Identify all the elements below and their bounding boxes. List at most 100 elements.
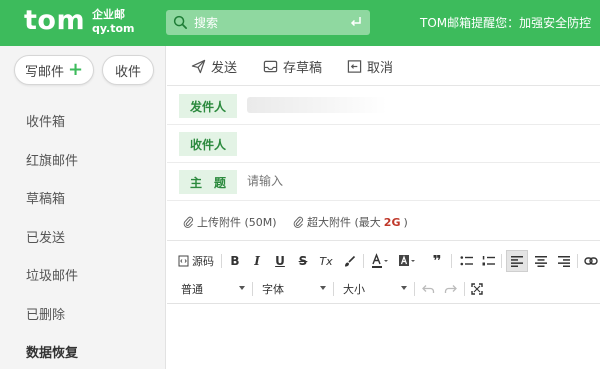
fullscreen-icon: [471, 283, 483, 295]
logo-tom[interactable]: tom: [24, 5, 85, 36]
fullscreen-button[interactable]: [468, 278, 486, 300]
from-label: 发件人: [179, 94, 237, 118]
sidebar-item-spam[interactable]: 垃圾邮件: [0, 258, 166, 297]
sidebar-item-drafts[interactable]: 草稿箱: [0, 181, 166, 220]
align-right-button[interactable]: [555, 250, 573, 272]
sidebar-item-sent[interactable]: 已发送: [0, 220, 166, 259]
large-attachment-button[interactable]: 超大附件 (最大 2G ): [293, 214, 408, 230]
blockquote-button[interactable]: ❞: [428, 250, 446, 272]
redo-icon: [444, 285, 457, 293]
font-color-icon: [372, 253, 388, 268]
clear-format-button[interactable]: Tx: [317, 250, 335, 272]
sidebar-item-flagged[interactable]: 红旗邮件: [0, 143, 166, 182]
source-label: 源码: [192, 255, 214, 268]
compose-toolbar: 发送 存草稿 取消: [167, 46, 600, 86]
logo-line-2: qy.tom: [92, 22, 135, 35]
attachment-row: 上传附件 (50M) 超大附件 (最大 2G ): [167, 201, 600, 241]
large-attachment-suffix: ): [403, 215, 408, 229]
numbered-list-button[interactable]: [479, 250, 497, 272]
toolbar-divider: [414, 282, 415, 296]
sidebar-item-inbox[interactable]: 收件箱: [0, 104, 166, 143]
folder-list: 收件箱 红旗邮件 草稿箱 已发送 垃圾邮件 已删除 数据恢复: [0, 104, 166, 374]
toolbar-divider: [501, 254, 502, 268]
to-label[interactable]: 收件人: [179, 132, 237, 156]
strikethrough-button[interactable]: S: [295, 250, 311, 272]
format-brush-button[interactable]: [340, 250, 358, 272]
receive-button[interactable]: 收件: [102, 55, 154, 85]
draft-icon: [263, 60, 278, 73]
to-input[interactable]: [247, 131, 587, 157]
italic-button[interactable]: I: [249, 250, 265, 272]
editor-toolbar: 源码 B I U S Tx ❞ 普通 字体 大小: [167, 246, 600, 304]
toolbar-divider: [464, 282, 465, 296]
exit-icon: [347, 60, 362, 73]
send-label: 发送: [211, 61, 238, 76]
align-center-icon: [535, 255, 547, 267]
cancel-button[interactable]: 取消: [347, 57, 393, 76]
subject-label: 主 题: [179, 170, 237, 194]
align-left-icon: [511, 255, 523, 267]
chevron-down-icon: [239, 286, 245, 290]
cancel-label: 取消: [367, 61, 394, 76]
editor-toolbar-row-2: 普通 字体 大小: [167, 278, 600, 300]
top-bar: tom 企业邮 qy.tom 搜索 TOM邮箱提醒您：加强安全防控: [0, 0, 600, 46]
plus-icon: +: [67, 59, 84, 80]
paperclip-icon: [183, 216, 193, 228]
subject-input[interactable]: [247, 174, 547, 188]
align-left-button[interactable]: [506, 250, 528, 272]
large-attachment-prefix: 超大附件 (最大: [307, 216, 381, 229]
toolbar-divider: [252, 282, 253, 296]
font-color-button[interactable]: [369, 250, 391, 272]
brush-icon: [344, 255, 355, 266]
large-attachment-size: 2G: [383, 215, 401, 229]
background-color-button[interactable]: [396, 250, 418, 272]
sidebar-item-data-recovery[interactable]: 数据恢复: [0, 335, 166, 374]
send-button[interactable]: 发送: [191, 57, 237, 76]
numbered-list-icon: [482, 256, 495, 266]
link-icon: [584, 257, 598, 265]
align-center-button[interactable]: [532, 250, 550, 272]
font-size-value: 大小: [343, 283, 365, 296]
logo-subtitle: 企业邮 qy.tom: [92, 8, 135, 36]
send-icon: [191, 59, 206, 74]
font-family-value: 字体: [262, 283, 284, 296]
enter-icon[interactable]: [349, 15, 363, 29]
bullet-list-icon: [460, 256, 473, 266]
font-size-select[interactable]: 大小: [343, 278, 407, 300]
paragraph-format-select[interactable]: 普通: [181, 278, 245, 300]
from-address-blurred[interactable]: [247, 97, 387, 113]
compose-button[interactable]: 写邮件 +: [14, 55, 94, 85]
search-box[interactable]: 搜索: [166, 10, 370, 35]
toolbar-divider: [363, 254, 364, 268]
toolbar-divider: [221, 254, 222, 268]
insert-link-button[interactable]: [582, 250, 600, 272]
paragraph-format-value: 普通: [181, 283, 203, 296]
toolbar-divider: [577, 254, 578, 268]
editor-toolbar-row-1: 源码 B I U S Tx ❞: [167, 250, 600, 272]
search-placeholder[interactable]: 搜索: [194, 14, 218, 31]
from-row: 发件人: [167, 87, 600, 125]
redo-button[interactable]: [441, 278, 459, 300]
security-notice[interactable]: TOM邮箱提醒您：加强安全防控: [420, 14, 591, 31]
undo-button[interactable]: [419, 278, 437, 300]
receive-label: 收件: [114, 64, 141, 80]
to-row: 收件人: [167, 125, 600, 163]
align-right-icon: [558, 255, 570, 267]
message-body-editor[interactable]: [167, 305, 600, 369]
paperclip-icon: [293, 216, 303, 228]
sidebar: 写邮件 + 收件 收件箱 红旗邮件 草稿箱 已发送 垃圾邮件 已删除 数据恢复: [0, 46, 166, 369]
font-family-select[interactable]: 字体: [262, 278, 326, 300]
source-code-button[interactable]: 源码: [177, 250, 215, 272]
save-draft-button[interactable]: 存草稿: [263, 57, 322, 76]
source-icon: [178, 255, 189, 267]
subject-row: 主 题: [167, 163, 600, 201]
upload-attachment-button[interactable]: 上传附件 (50M): [183, 214, 277, 230]
undo-icon: [421, 285, 434, 293]
sidebar-item-deleted[interactable]: 已删除: [0, 297, 166, 336]
highlight-icon: [399, 255, 415, 266]
upload-attachment-label: 上传附件 (50M): [197, 216, 277, 229]
bold-button[interactable]: B: [227, 250, 243, 272]
draft-label: 存草稿: [283, 61, 323, 76]
underline-button[interactable]: U: [272, 250, 288, 272]
bullet-list-button[interactable]: [457, 250, 475, 272]
